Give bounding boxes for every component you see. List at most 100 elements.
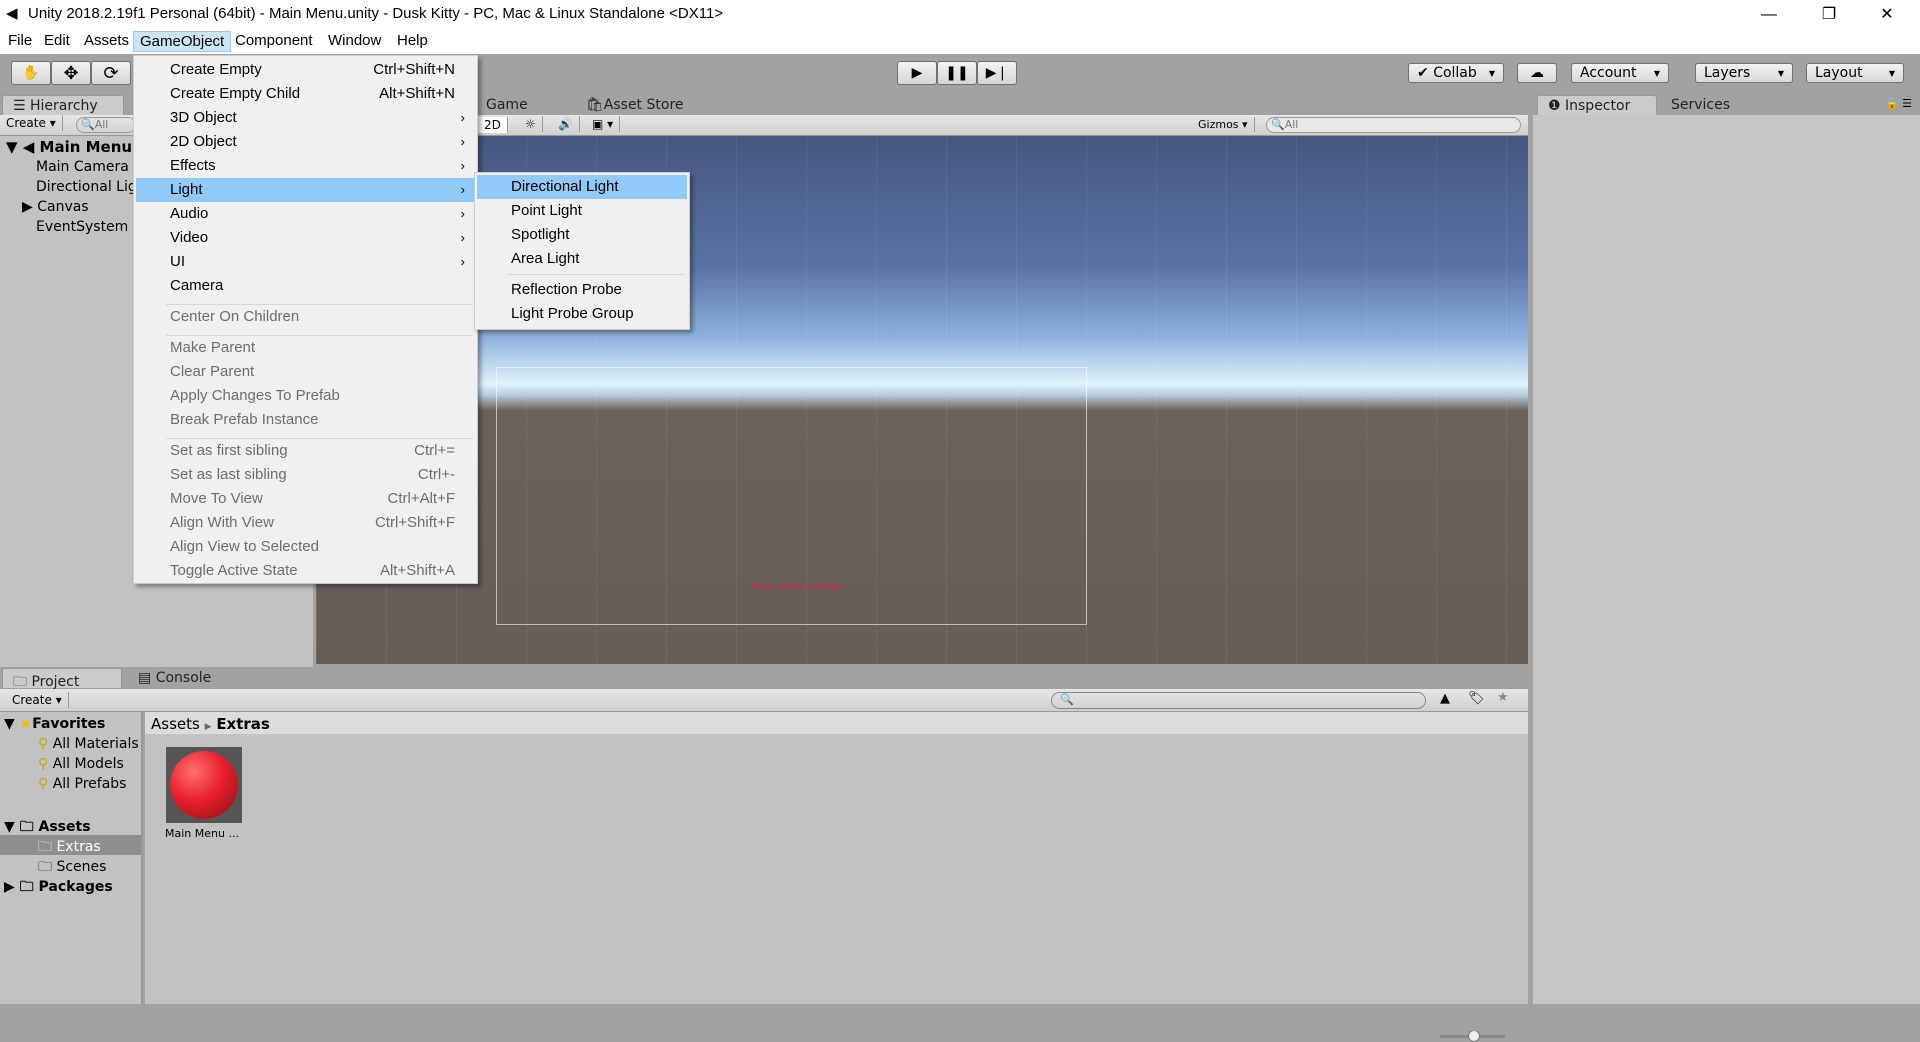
minimize-button[interactable]: —: [1740, 0, 1798, 29]
submenu-item-light-probe-group[interactable]: Light Probe Group: [477, 302, 687, 326]
project-toolbar: Create ▾ 🔍 ▲ 🏷 ★: [0, 689, 1528, 712]
material-thumbnail[interactable]: [166, 747, 242, 823]
favorite-item[interactable]: ⚲ All Prefabs: [38, 776, 126, 792]
favorite-item[interactable]: ⚲ All Materials: [38, 736, 139, 752]
tab-console[interactable]: ▤ Console: [128, 668, 221, 688]
collab-label: Collab: [1433, 65, 1477, 81]
menu-item-audio[interactable]: Audio ›: [136, 202, 475, 226]
lighting-toggle-icon[interactable]: ☼: [519, 116, 543, 132]
rotate-tool-icon[interactable]: ⟳: [91, 61, 131, 85]
cloud-button[interactable]: ☁: [1517, 63, 1557, 83]
menu-shortcut: Alt+Shift+N: [379, 85, 455, 102]
submenu-item-point-light[interactable]: Point Light: [477, 199, 687, 223]
close-button[interactable]: ✕: [1858, 0, 1916, 29]
menu-file[interactable]: File: [2, 31, 38, 52]
menu-item-label: Apply Changes To Prefab: [170, 387, 340, 404]
press-enter-text: Press Enter to Begin: [752, 582, 844, 592]
menu-item-set-as-first-sibling: Set as first sibling Ctrl+=: [136, 439, 475, 463]
favorites-node[interactable]: ▼ ★Favorites: [4, 716, 105, 732]
scene-toolbar: 2D ☼ 🔊 ▣ ▾ Gizmos ▾ 🔍All: [316, 115, 1528, 136]
submenu-arrow-icon: ›: [460, 110, 465, 125]
collab-dropdown[interactable]: ✔ Collab ▼: [1408, 63, 1504, 83]
project-create-button[interactable]: Create ▾: [6, 692, 69, 708]
packages-node[interactable]: ▶ 🗀 Packages: [4, 876, 113, 900]
menu-help[interactable]: Help: [391, 31, 434, 52]
menu-bar: File Edit Assets GameObject Component Wi…: [0, 29, 1920, 54]
slider-handle[interactable]: [1468, 1030, 1480, 1042]
play-icon[interactable]: ▶: [897, 61, 937, 85]
menu-item-video[interactable]: Video ›: [136, 226, 475, 250]
folder-icon: 🗀: [13, 674, 27, 690]
submenu-arrow-icon: ›: [460, 134, 465, 149]
submenu-item-directional-light[interactable]: Directional Light: [477, 175, 687, 199]
layout-dropdown[interactable]: Layout ▼: [1806, 63, 1904, 83]
menu-item-label: Video: [170, 229, 209, 246]
project-search-input[interactable]: 🔍: [1051, 692, 1426, 709]
menu-component[interactable]: Component: [229, 31, 319, 52]
menu-item-create-empty-child[interactable]: Create Empty Child Alt+Shift+N: [136, 82, 475, 106]
menu-shortcut: Ctrl+Shift+F: [374, 514, 455, 531]
favorite-star-icon[interactable]: ★: [1497, 690, 1509, 705]
assets-label: Assets: [38, 819, 91, 835]
hierarchy-item[interactable]: ▶ Canvas: [22, 199, 89, 215]
menu-item-create-empty[interactable]: Create Empty Ctrl+Shift+N: [136, 58, 475, 82]
2d-toggle[interactable]: 2D: [478, 117, 508, 133]
breadcrumb-extras[interactable]: Extras: [216, 715, 270, 733]
search-icon: ⚲: [38, 736, 49, 752]
menu-gameobject[interactable]: GameObject: [133, 31, 232, 52]
submenu-item-reflection-probe[interactable]: Reflection Probe: [477, 278, 687, 302]
menu-window[interactable]: Window: [322, 31, 387, 52]
move-tool-icon[interactable]: ✥: [51, 61, 91, 85]
hierarchy-search-input[interactable]: 🔍All: [76, 117, 136, 133]
audio-toggle-icon[interactable]: 🔊: [552, 116, 580, 132]
account-label: Account: [1580, 65, 1637, 81]
menu-item-label: Camera: [170, 277, 224, 294]
account-dropdown[interactable]: Account ▼: [1571, 63, 1669, 83]
menu-item-light[interactable]: Light ›: [136, 178, 475, 202]
folder-label: Extras: [56, 839, 101, 855]
menu-edit[interactable]: Edit: [38, 31, 76, 52]
hand-tool-icon[interactable]: ✋: [11, 61, 51, 85]
gizmos-dropdown[interactable]: Gizmos ▾: [1192, 117, 1255, 132]
menu-item-label: 2D Object: [170, 133, 237, 150]
search-icon: ⚲: [38, 776, 49, 792]
tab-project[interactable]: 🗀 Project: [2, 668, 122, 690]
scene-search-input[interactable]: 🔍All: [1266, 117, 1521, 133]
tab-inspector[interactable]: ❶ Inspector: [1537, 95, 1657, 115]
layers-label: Layers: [1704, 65, 1751, 81]
scene-root[interactable]: ▼ ◀ Main Menu: [6, 138, 132, 156]
tab-services[interactable]: Services: [1661, 95, 1740, 115]
breadcrumb-assets[interactable]: Assets: [151, 715, 200, 733]
tab-game[interactable]: Game: [476, 95, 538, 115]
favorite-label: All Materials: [52, 736, 139, 752]
menu-item-camera[interactable]: Camera: [136, 274, 475, 298]
unity-logo-icon: ◀: [6, 5, 18, 22]
filter-by-label-icon[interactable]: 🏷: [1468, 691, 1485, 706]
light-submenu: Directional Light Point Light Spotlight Are…: [474, 172, 690, 330]
pause-icon[interactable]: ❚❚: [937, 61, 977, 85]
menu-item-label: 3D Object: [170, 109, 237, 126]
gizmos-label: Gizmos: [1198, 118, 1239, 131]
tab-asset-store[interactable]: 🛍Asset Store: [576, 95, 694, 115]
layers-dropdown[interactable]: Layers ▼: [1695, 63, 1793, 83]
hierarchy-item[interactable]: EventSystem: [36, 219, 128, 235]
submenu-item-spotlight[interactable]: Spotlight: [477, 223, 687, 247]
hierarchy-item[interactable]: Main Camera: [36, 159, 129, 175]
menu-item-effects[interactable]: Effects ›: [136, 154, 475, 178]
filter-by-type-icon[interactable]: ▲: [1440, 691, 1450, 706]
menu-assets[interactable]: Assets: [78, 31, 135, 52]
submenu-item-area-light[interactable]: Area Light: [477, 247, 687, 271]
hierarchy-create-button[interactable]: Create ▾: [0, 115, 63, 131]
menu-item-ui[interactable]: UI ›: [136, 250, 475, 274]
restore-button[interactable]: ❐: [1800, 0, 1858, 29]
effects-toggle-icon[interactable]: ▣ ▾: [586, 116, 621, 132]
status-bar: [0, 1004, 1920, 1031]
project-tree: ▼ ★Favorites ⚲ All Materials ⚲ All Model…: [0, 712, 143, 1004]
step-icon[interactable]: ▶❘: [977, 61, 1017, 85]
favorite-item[interactable]: ⚲ All Models: [38, 756, 124, 772]
menu-item-2d-object[interactable]: 2D Object ›: [136, 130, 475, 154]
submenu-arrow-icon: ›: [460, 158, 465, 173]
tab-hierarchy[interactable]: ☰ Hierarchy: [2, 95, 124, 115]
menu-item-3d-object[interactable]: 3D Object ›: [136, 106, 475, 130]
lock-icon[interactable]: 🔒 ☰: [1885, 97, 1912, 110]
